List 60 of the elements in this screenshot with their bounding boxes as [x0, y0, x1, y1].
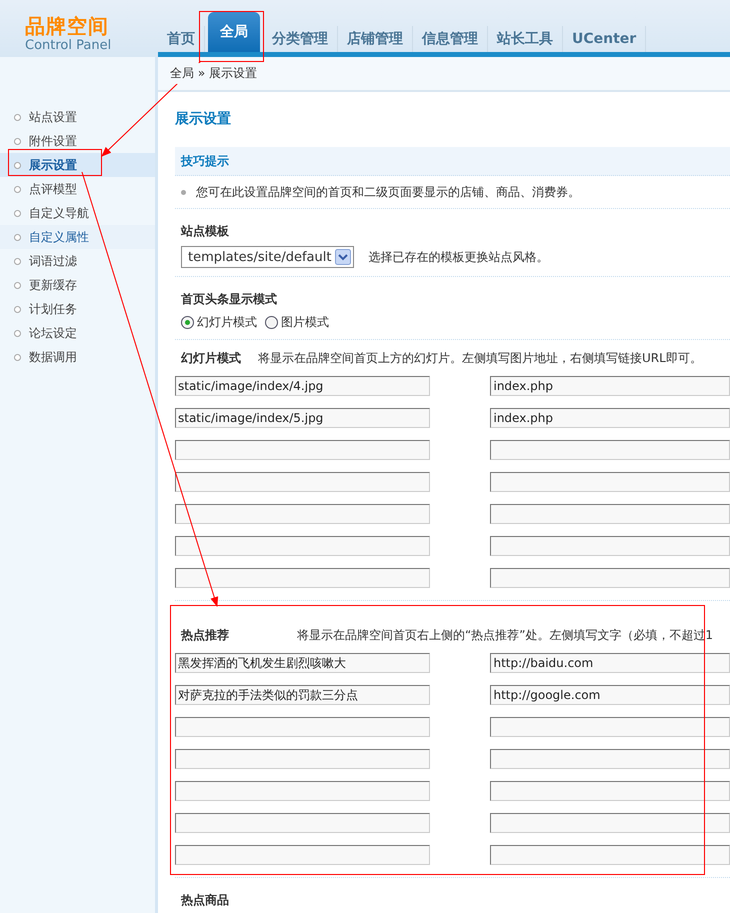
sidebar-item[interactable]: 词语过滤: [0, 249, 155, 273]
hint-text: 选择已存在的模板更换站点风格。: [368, 248, 548, 266]
url-input[interactable]: [490, 472, 730, 492]
text-input[interactable]: [175, 440, 430, 460]
logo-title: 品牌空间: [25, 14, 110, 38]
url-input[interactable]: [490, 781, 730, 801]
nav-tab[interactable]: 全局: [208, 12, 260, 52]
dropdown-icon: [335, 249, 352, 265]
sidebar-item[interactable]: 自定义属性: [0, 225, 155, 249]
tip-text: 您可在此设置品牌空间的首页和二级页面要显示的店铺、商品、消费券。: [196, 184, 580, 200]
section-label: 热点商品: [180, 892, 230, 909]
sidebar-item[interactable]: 站点设置: [0, 105, 155, 129]
section-label: 首页头条显示模式: [181, 291, 278, 308]
tips-header: 技巧提示: [175, 147, 730, 176]
url-input[interactable]: [490, 504, 730, 524]
highlight-frame: [199, 11, 264, 62]
sidebar-item[interactable]: 更新缓存: [0, 273, 155, 297]
url-input[interactable]: index.php: [490, 408, 730, 428]
text-input[interactable]: [175, 781, 430, 801]
text-input[interactable]: static/image/index/5.jpg: [175, 408, 430, 428]
sidebar-item[interactable]: 自定义导航: [0, 201, 155, 225]
logo-subtitle: Control Panel: [25, 38, 112, 54]
sidebar-item[interactable]: 附件设置: [0, 129, 155, 153]
description-text: 将显示在品牌空间首页上方的幻灯片。左侧填写图片地址，右侧填写链接URL即可。: [258, 350, 702, 366]
url-input[interactable]: [490, 845, 730, 865]
text-input[interactable]: [175, 845, 430, 865]
url-input[interactable]: [490, 749, 730, 769]
text-input[interactable]: [175, 536, 430, 556]
section-label: 幻灯片模式: [181, 350, 241, 366]
url-input[interactable]: [490, 536, 730, 556]
url-input[interactable]: [490, 813, 730, 833]
url-input[interactable]: http://google.com: [490, 685, 730, 705]
url-input[interactable]: [490, 568, 730, 588]
sidebar-item[interactable]: 点评模型: [0, 177, 155, 201]
breadcrumb: 全局 » 展示设置: [170, 63, 257, 84]
section-label: 热点推荐: [181, 626, 229, 644]
sidebar-item[interactable]: 展示设置: [0, 153, 155, 177]
template-select[interactable]: templates/site/default: [181, 246, 354, 268]
sidebar-item[interactable]: 论坛设定: [0, 321, 155, 345]
description-text: 将显示在品牌空间首页右上侧的“热点推荐”处。左侧填写文字（必填，不超过1: [297, 626, 714, 644]
sidebar-item[interactable]: 计划任务: [0, 297, 155, 321]
radio-option[interactable]: 幻灯片模式: [181, 314, 257, 331]
sidebar-item[interactable]: 数据调用: [0, 345, 155, 369]
text-input[interactable]: [175, 717, 430, 737]
text-input[interactable]: [175, 813, 430, 833]
url-input[interactable]: [490, 440, 730, 460]
text-input[interactable]: 黑发挥洒的飞机发生剧烈咳嗽大: [175, 653, 430, 673]
text-input[interactable]: [175, 568, 430, 588]
text-input[interactable]: [175, 749, 430, 769]
url-input[interactable]: index.php: [490, 376, 730, 396]
url-input[interactable]: http://baidu.com: [490, 653, 730, 673]
text-input[interactable]: static/image/index/4.jpg: [175, 376, 430, 396]
text-input[interactable]: 对萨克拉的手法类似的罚款三分点: [175, 685, 430, 705]
radio-option[interactable]: 图片模式: [265, 314, 329, 331]
text-input[interactable]: [175, 504, 430, 524]
text-input[interactable]: [175, 472, 430, 492]
bullet-icon: [181, 190, 186, 194]
url-input[interactable]: [490, 717, 730, 737]
page-title: 展示设置: [175, 110, 232, 129]
section-label: 站点模板: [181, 223, 230, 240]
